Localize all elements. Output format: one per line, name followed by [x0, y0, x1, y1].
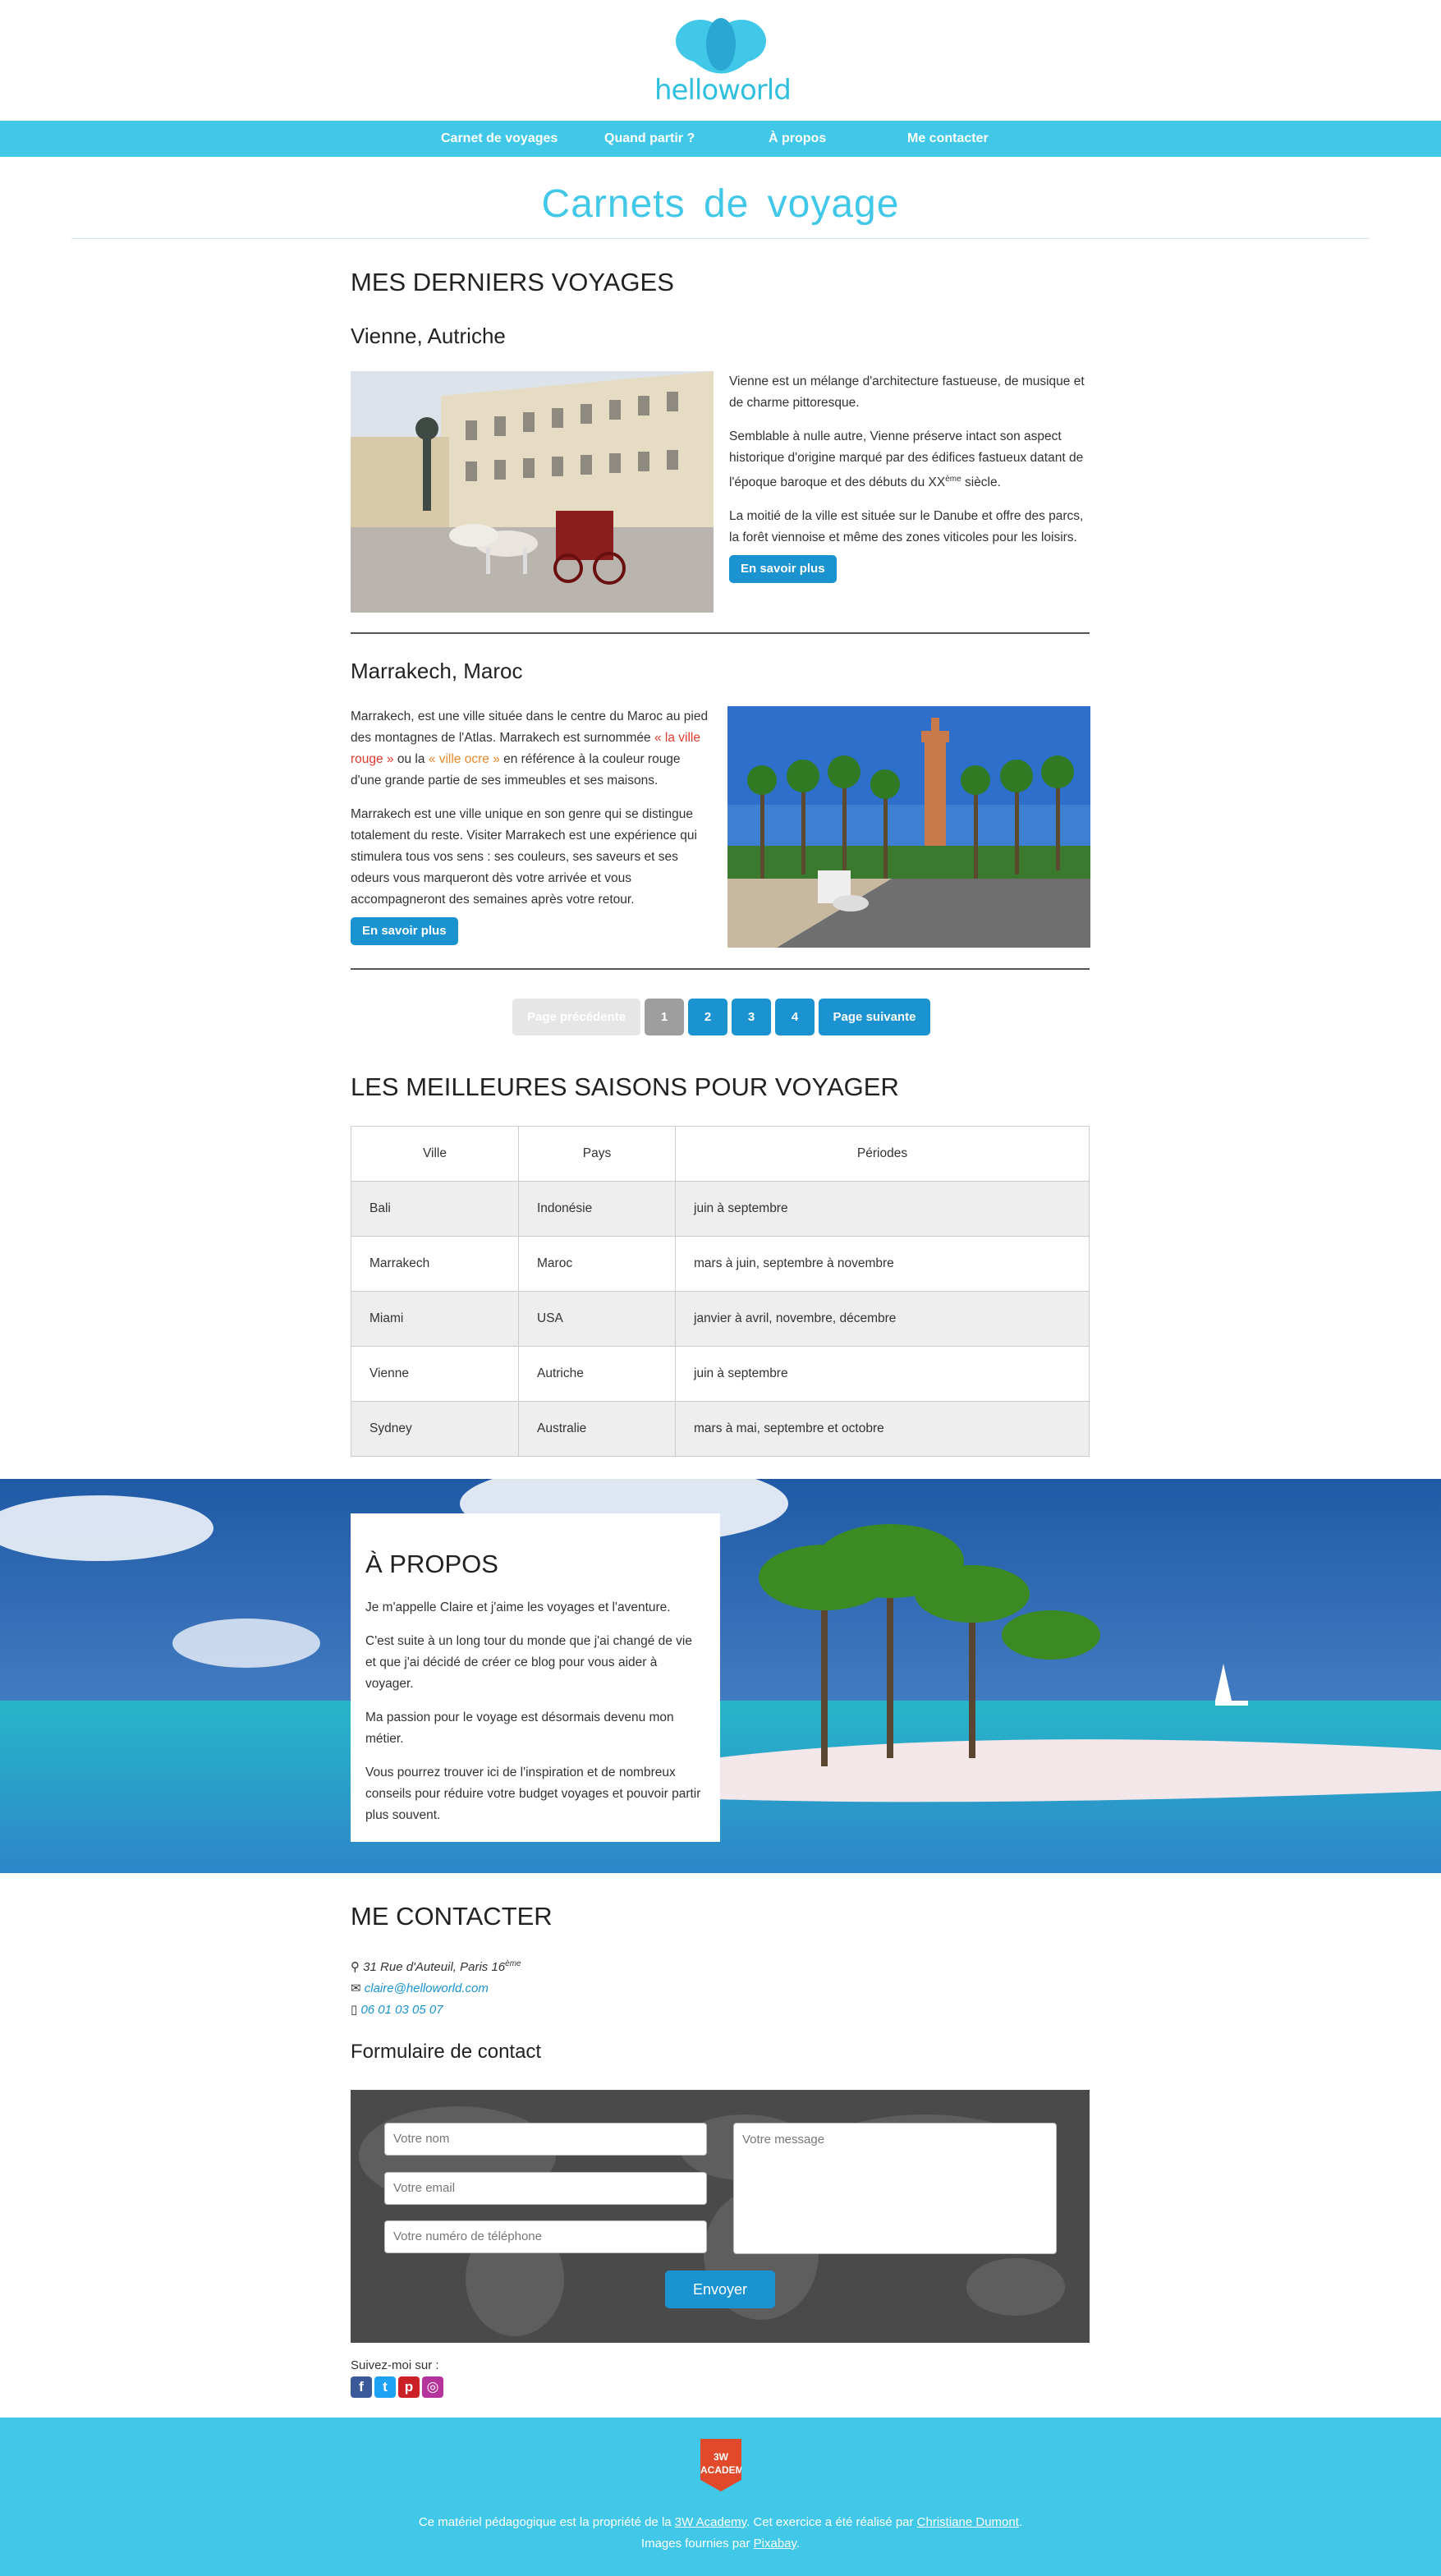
- table-row: Bali Indonésie juin à septembre: [351, 1181, 1090, 1237]
- form-title: Formulaire de contact: [351, 2041, 542, 2063]
- cell: janvier à avril, novembre, décembre: [675, 1291, 1090, 1347]
- nav-quand-partir[interactable]: Quand partir ?: [604, 131, 695, 146]
- nav-carnet[interactable]: Carnet de voyages: [441, 131, 558, 146]
- message-textarea[interactable]: Votre message: [733, 2123, 1057, 2254]
- cell: juin à septembre: [675, 1181, 1090, 1237]
- divider: [351, 968, 1090, 970]
- divider: [351, 632, 1090, 634]
- twitter-icon[interactable]: t: [374, 2376, 396, 2398]
- contact-details: ⚲ 31 Rue d'Auteuil, Paris 16ème ✉ claire…: [351, 1954, 521, 2021]
- main-nav: Carnet de voyages Quand partir ? À propo…: [0, 121, 1441, 157]
- footer-line-1: Ce matériel pédagogique est la propriété…: [418, 2515, 1023, 2529]
- submit-button[interactable]: Envoyer: [665, 2271, 775, 2308]
- vienne-p1: Vienne est un mélange d'architecture fas…: [729, 374, 1085, 410]
- next-page-button[interactable]: Page suivante: [819, 999, 930, 1035]
- beach-hero-image: [0, 1479, 1441, 1873]
- col-periodes: Périodes: [675, 1126, 1090, 1182]
- cell: Marrakech: [351, 1236, 519, 1292]
- marrakech-text: Marrakech, est une ville située dans le …: [351, 706, 714, 945]
- cell: Sydney: [351, 1401, 519, 1457]
- facebook-icon[interactable]: f: [351, 2376, 372, 2398]
- vienne-p3: La moitié de la ville est située sur le …: [729, 509, 1084, 545]
- col-ville: Ville: [351, 1126, 519, 1182]
- page-3-button[interactable]: 3: [732, 999, 771, 1035]
- cell: Autriche: [518, 1346, 676, 1402]
- cell: Australie: [518, 1401, 676, 1457]
- page-2-button[interactable]: 2: [688, 999, 727, 1035]
- page-4-button[interactable]: 4: [775, 999, 815, 1035]
- 3w-academy-badge[interactable]: 3W ACADEMY: [700, 2439, 741, 2491]
- nav-a-propos[interactable]: À propos: [769, 131, 826, 146]
- footer-line-2: Images fournies par Pixabay.: [640, 2537, 801, 2551]
- vienne-text: Vienne est un mélange d'architecture fas…: [729, 371, 1090, 584]
- pixabay-link[interactable]: Pixabay: [754, 2537, 796, 2551]
- cell: Vienne: [351, 1346, 519, 1402]
- author-link[interactable]: Christiane Dumont: [917, 2515, 1019, 2529]
- phone-input[interactable]: Votre numéro de téléphone: [384, 2220, 707, 2253]
- marrakech-p2: Marrakech est une ville unique en son ge…: [351, 807, 697, 907]
- 3w-academy-link[interactable]: 3W Academy: [675, 2515, 746, 2529]
- email-link[interactable]: claire@helloworld.com: [365, 1981, 489, 1995]
- nav-contact[interactable]: Me contacter: [907, 131, 989, 146]
- instagram-icon[interactable]: ◎: [422, 2376, 443, 2398]
- about-p1: Je m'appelle Claire et j'aime les voyage…: [365, 1600, 671, 1614]
- pagination: Page précédente 1 2 3 4 Page suivante: [512, 999, 930, 1035]
- cell: mars à mai, septembre et octobre: [675, 1401, 1090, 1457]
- cell: Maroc: [518, 1236, 676, 1292]
- table-row: Vienne Autriche juin à septembre: [351, 1346, 1090, 1402]
- phone-link[interactable]: 06 01 03 05 07: [360, 2003, 443, 2017]
- col-pays: Pays: [518, 1126, 676, 1182]
- table-row: Miami USA janvier à avril, novembre, décem…: [351, 1291, 1090, 1347]
- prev-page-button[interactable]: Page précédente: [512, 999, 640, 1035]
- envelope-icon: ✉: [351, 1981, 361, 1995]
- trips-heading: MES DERNIERS VOYAGES: [351, 268, 674, 296]
- vienne-title: Vienne, Autriche: [351, 324, 506, 348]
- about-p3: Ma passion pour le voyage est désormais …: [365, 1710, 674, 1746]
- vienne-more-button[interactable]: En savoir plus: [729, 555, 837, 584]
- social-links: f t p ◎: [351, 2376, 446, 2398]
- table-row: Sydney Australie mars à mai, septembre et …: [351, 1401, 1090, 1457]
- site-header: helloworld: [0, 0, 1441, 121]
- cell: juin à septembre: [675, 1346, 1090, 1402]
- table-row: Marrakech Maroc mars à juin, septembre à n…: [351, 1236, 1090, 1292]
- site-footer: 3W ACADEMY Ce matériel pédagogique est l…: [0, 2418, 1441, 2576]
- email-input[interactable]: Votre email: [384, 2172, 707, 2205]
- cell: mars à juin, septembre à novembre: [675, 1236, 1090, 1292]
- email-line: ✉ claire@helloworld.com: [351, 1978, 521, 2000]
- cell: Indonésie: [518, 1181, 676, 1237]
- name-input[interactable]: Votre nom: [384, 2123, 707, 2156]
- page-title: Carnets de voyage: [541, 182, 900, 226]
- page-1-button[interactable]: 1: [645, 999, 684, 1035]
- brand-name: helloworld: [654, 74, 792, 107]
- logo[interactable]: helloworld: [654, 10, 792, 108]
- seasons-table: Ville Pays Périodes Bali Indonésie juin à …: [351, 1126, 1090, 1457]
- contact-form: Votre nom Votre email Votre numéro de té…: [351, 2090, 1090, 2343]
- marrakech-title: Marrakech, Maroc: [351, 659, 523, 683]
- pinterest-icon[interactable]: p: [398, 2376, 420, 2398]
- about-heading: À PROPOS: [365, 1550, 498, 1578]
- marrakech-p1: Marrakech, est une ville située dans le …: [351, 709, 709, 787]
- about-p2: C'est suite à un long tour du monde que …: [365, 1634, 692, 1691]
- marrakech-more-button[interactable]: En savoir plus: [351, 917, 458, 945]
- page-title-band: Carnets de voyage: [71, 157, 1370, 239]
- map-marker-icon: ⚲: [351, 1960, 360, 1974]
- heart-logo-icon: [676, 18, 766, 74]
- table-header-row: Ville Pays Périodes: [351, 1126, 1090, 1182]
- cell: USA: [518, 1291, 676, 1347]
- vienne-photo: [351, 371, 714, 613]
- cell: Bali: [351, 1181, 519, 1237]
- follow-label: Suivez-moi sur :: [351, 2358, 439, 2372]
- contact-heading: ME CONTACTER: [351, 1902, 553, 1931]
- mobile-phone-icon: ▯: [351, 2003, 358, 2017]
- about-p4: Vous pourrez trouver ici de l'inspiratio…: [365, 1766, 701, 1822]
- vienne-p2: Semblable à nulle autre, Vienne préserve…: [729, 429, 1084, 490]
- cell: Miami: [351, 1291, 519, 1347]
- marrakech-photo: [727, 706, 1090, 948]
- about-card: À PROPOS Je m'appelle Claire et j'aime l…: [351, 1513, 720, 1842]
- phone-line: ▯ 06 01 03 05 07: [351, 2000, 521, 2021]
- address-line: ⚲ 31 Rue d'Auteuil, Paris 16ème: [351, 1959, 521, 1974]
- seasons-heading: LES MEILLEURES SAISONS POUR VOYAGER: [351, 1072, 899, 1101]
